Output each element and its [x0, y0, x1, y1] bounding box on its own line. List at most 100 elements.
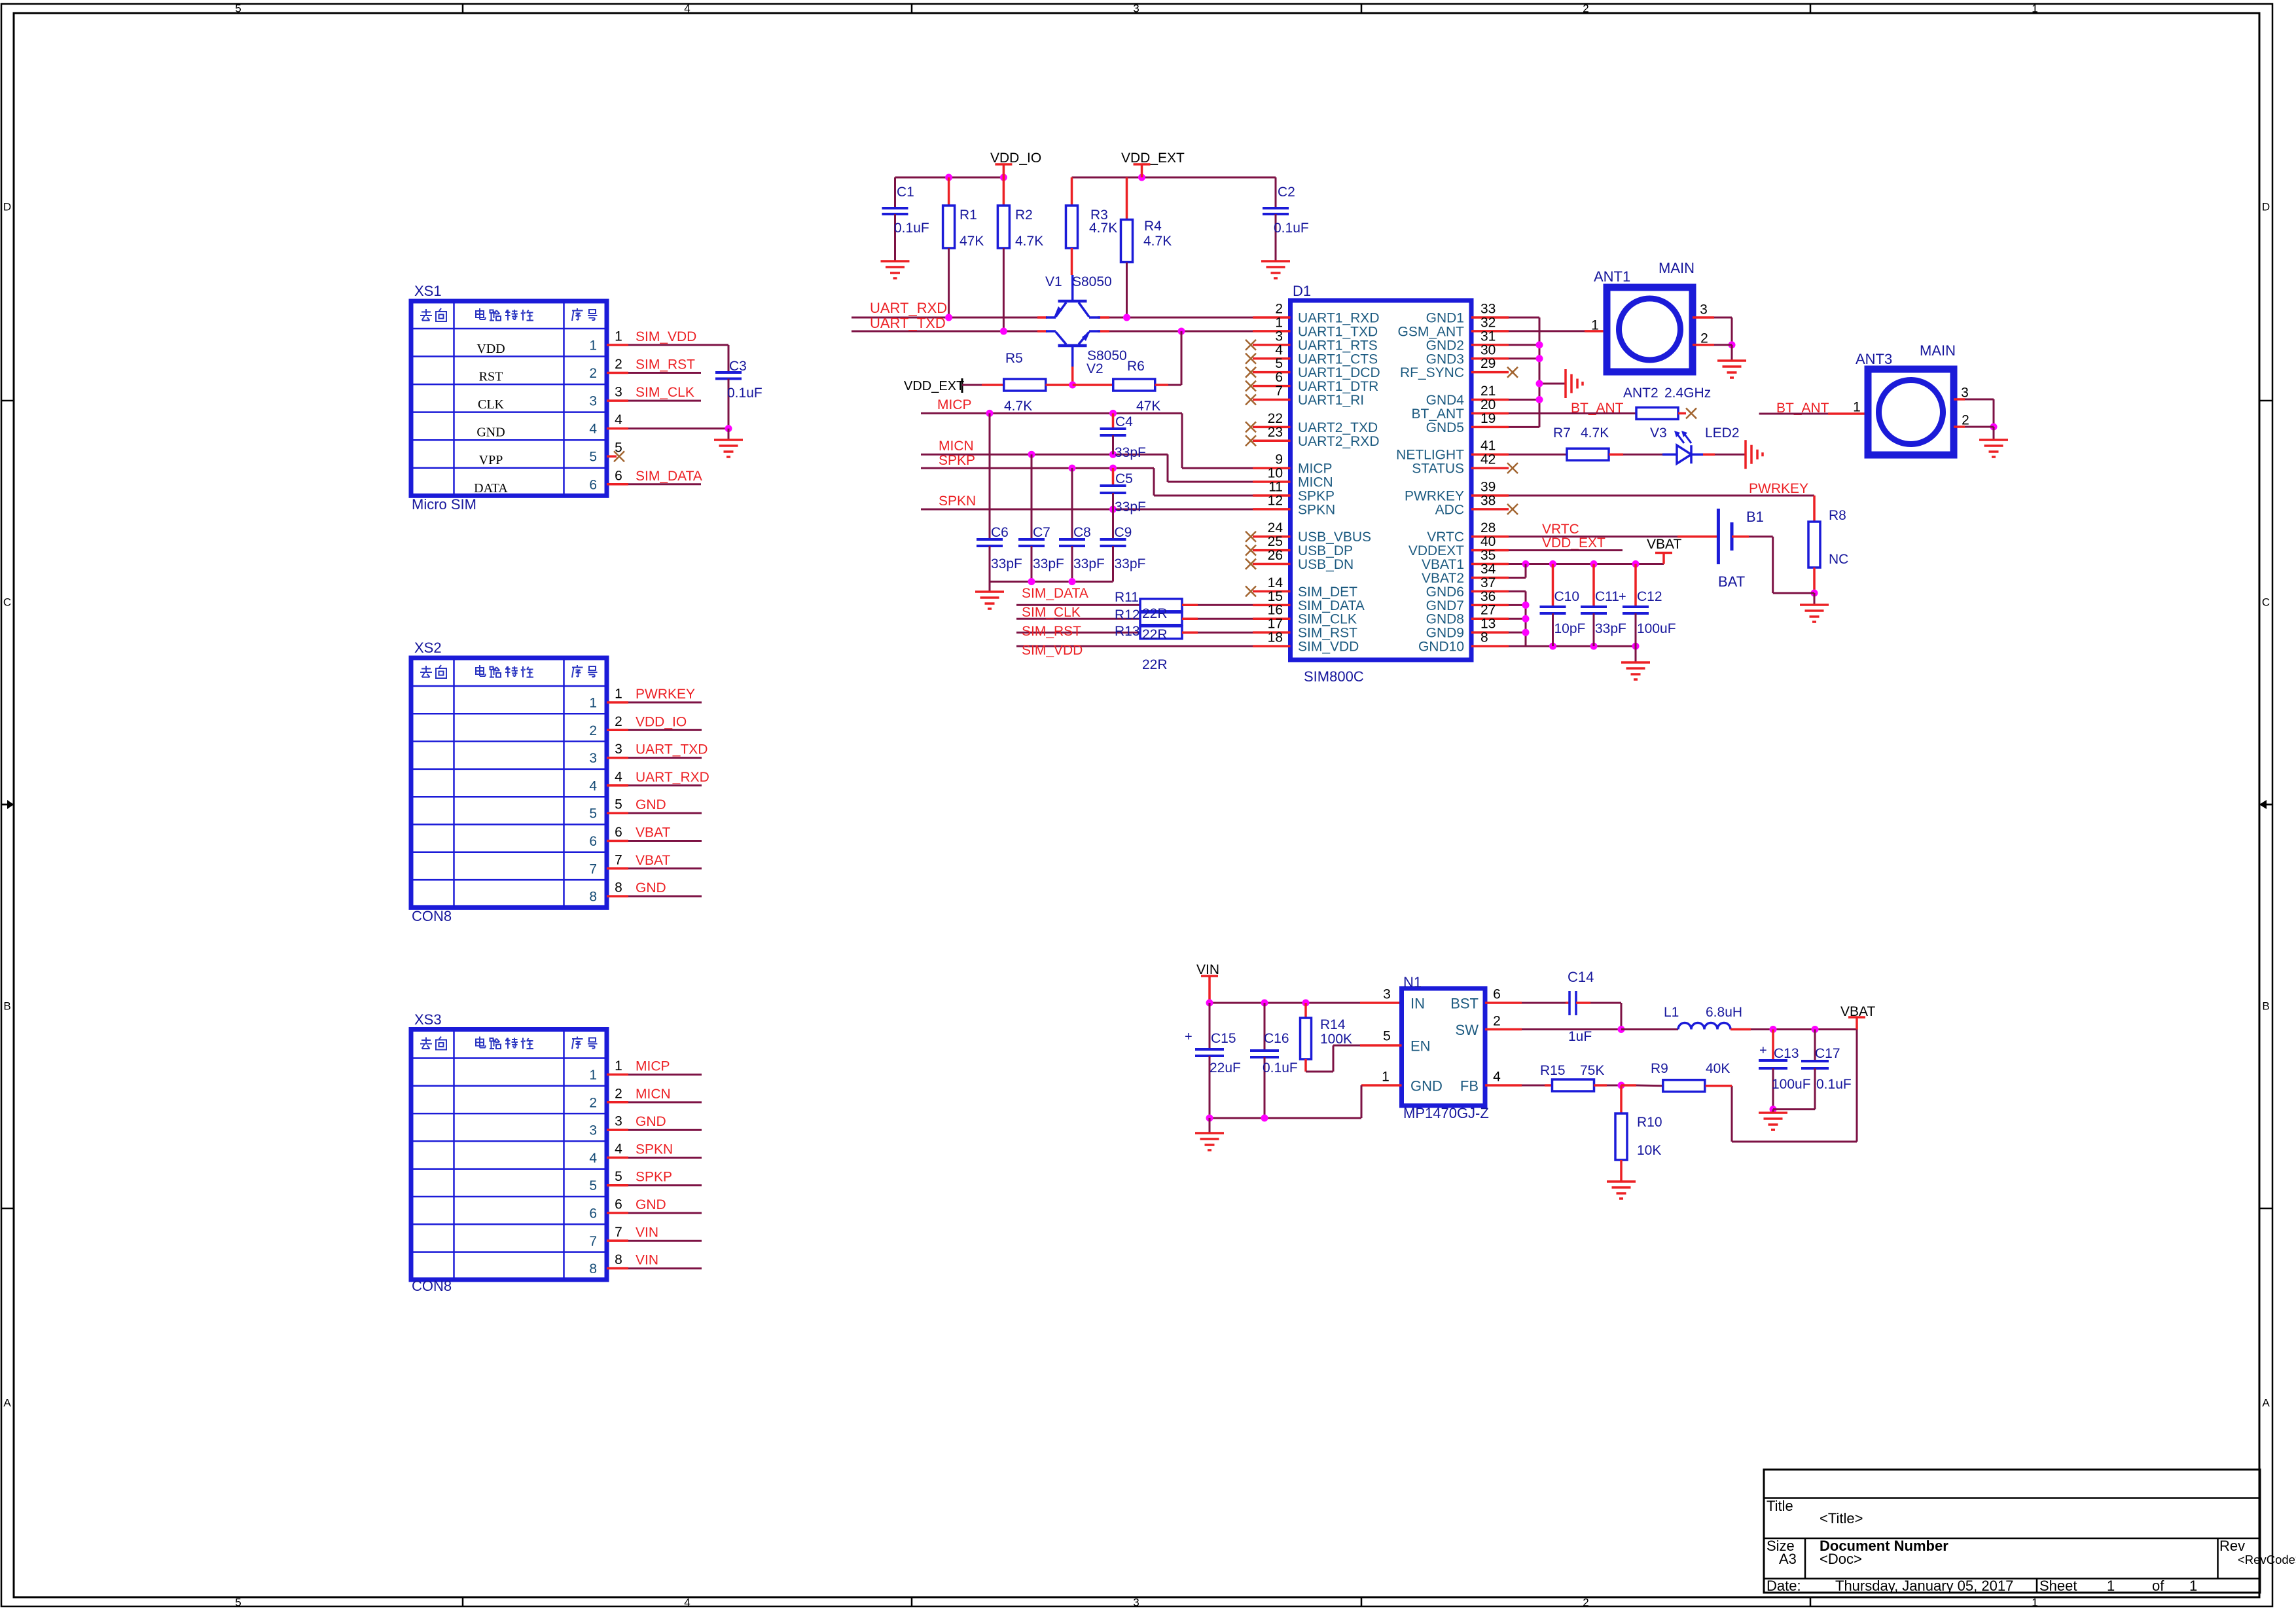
- svg-text:12: 12: [1268, 493, 1283, 508]
- svg-text:100uF: 100uF: [1637, 621, 1676, 636]
- svg-text:17: 17: [1268, 617, 1283, 632]
- svg-text:1: 1: [1853, 400, 1861, 415]
- svg-text:2: 2: [615, 1086, 622, 1101]
- svg-text:BAT: BAT: [1718, 573, 1745, 590]
- svg-text:33pF: 33pF: [1595, 621, 1626, 636]
- svg-text:V1: V1: [1045, 274, 1062, 289]
- svg-text:GND: GND: [1410, 1078, 1443, 1094]
- svg-text:SIM_VDD: SIM_VDD: [1298, 640, 1359, 655]
- svg-text:5: 5: [235, 1597, 241, 1609]
- svg-text:SPKP: SPKP: [636, 1170, 672, 1185]
- svg-text:GND7: GND7: [1426, 598, 1464, 613]
- svg-text:D1: D1: [1293, 283, 1311, 299]
- svg-text:L1: L1: [1664, 1005, 1679, 1020]
- svg-text:10K: 10K: [1637, 1143, 1661, 1158]
- svg-text:B: B: [2262, 1000, 2269, 1013]
- svg-text:SIM800C: SIM800C: [1304, 668, 1364, 685]
- svg-text:16: 16: [1268, 603, 1283, 618]
- svg-text:3: 3: [1383, 987, 1391, 1002]
- svg-text:22uF: 22uF: [1210, 1060, 1241, 1076]
- svg-text:2: 2: [1583, 3, 1588, 15]
- svg-text:C6: C6: [991, 525, 1009, 540]
- svg-text:VDD_EXT: VDD_EXT: [1542, 535, 1605, 551]
- svg-text:20: 20: [1480, 397, 1496, 412]
- svg-text:33pF: 33pF: [991, 556, 1022, 571]
- svg-text:<Doc>: <Doc>: [1820, 1551, 1862, 1567]
- svg-text:31: 31: [1480, 329, 1496, 344]
- svg-text:22R: 22R: [1142, 606, 1168, 621]
- svg-text:35: 35: [1480, 548, 1496, 563]
- svg-text:GND6: GND6: [1426, 585, 1464, 600]
- svg-text:VRTC: VRTC: [1427, 530, 1464, 545]
- svg-text:41: 41: [1480, 439, 1496, 454]
- svg-text:2: 2: [589, 366, 597, 381]
- svg-text:SIM_CLK: SIM_CLK: [636, 385, 694, 400]
- svg-text:PWRKEY: PWRKEY: [636, 687, 695, 702]
- svg-text:8: 8: [615, 880, 622, 895]
- svg-text:R6: R6: [1127, 359, 1145, 374]
- svg-text:GND9: GND9: [1426, 626, 1464, 641]
- svg-text:26: 26: [1268, 548, 1283, 563]
- svg-text:2: 2: [1493, 1014, 1501, 1029]
- svg-text:SIM_RST: SIM_RST: [1022, 624, 1081, 639]
- svg-text:3: 3: [589, 1123, 597, 1138]
- svg-text:6: 6: [589, 1206, 597, 1221]
- svg-text:0.1uF: 0.1uF: [1263, 1060, 1298, 1076]
- svg-text:VBAT2: VBAT2: [1422, 571, 1464, 586]
- svg-text:40: 40: [1480, 534, 1496, 549]
- svg-text:22: 22: [1268, 411, 1283, 426]
- svg-text:VDD_EXT: VDD_EXT: [904, 379, 964, 393]
- svg-text:MAIN: MAIN: [1920, 342, 1956, 359]
- svg-text:C11: C11: [1595, 589, 1619, 604]
- svg-text:R14: R14: [1320, 1017, 1346, 1032]
- svg-text:3: 3: [1133, 3, 1139, 15]
- svg-text:3: 3: [589, 751, 597, 766]
- svg-text:4: 4: [684, 1597, 690, 1609]
- svg-text:1: 1: [1382, 1070, 1390, 1085]
- svg-text:42: 42: [1480, 452, 1496, 467]
- svg-text:+: +: [1759, 1043, 1767, 1058]
- svg-text:1: 1: [1591, 318, 1599, 333]
- svg-text:C1: C1: [897, 185, 914, 200]
- svg-text:10: 10: [1268, 466, 1283, 481]
- svg-text:UART2_TXD: UART2_TXD: [1298, 420, 1378, 435]
- svg-text:33pF: 33pF: [1033, 556, 1064, 571]
- svg-text:R11: R11: [1115, 590, 1139, 605]
- svg-text:Sheet: Sheet: [2039, 1578, 2077, 1594]
- svg-text:UART1_RTS: UART1_RTS: [1298, 338, 1378, 353]
- svg-text:USB_VBUS: USB_VBUS: [1298, 530, 1371, 545]
- svg-text:3: 3: [615, 742, 622, 757]
- svg-text:2: 2: [1275, 302, 1283, 317]
- svg-text:R2: R2: [1015, 208, 1033, 223]
- svg-text:4: 4: [589, 778, 597, 793]
- svg-text:3: 3: [615, 385, 622, 400]
- svg-text:5: 5: [1275, 356, 1283, 371]
- svg-text:1: 1: [589, 1068, 597, 1083]
- svg-text:STATUS: STATUS: [1412, 461, 1464, 477]
- svg-text:6: 6: [615, 1197, 622, 1212]
- svg-text:33pF: 33pF: [1115, 499, 1146, 515]
- svg-text:V2: V2: [1086, 361, 1103, 376]
- svg-text:VRTC: VRTC: [1542, 522, 1579, 537]
- svg-text:ANT3: ANT3: [1856, 351, 1892, 367]
- svg-text:N1: N1: [1403, 974, 1422, 990]
- svg-text:5: 5: [589, 450, 597, 465]
- svg-text:3: 3: [589, 394, 597, 409]
- svg-text:5: 5: [615, 1169, 622, 1184]
- svg-text:of: of: [2152, 1578, 2164, 1594]
- svg-text:8: 8: [615, 1252, 622, 1267]
- svg-text:UART_RXD: UART_RXD: [870, 300, 947, 316]
- svg-text:100K: 100K: [1320, 1032, 1352, 1047]
- svg-text:<Title>: <Title>: [1820, 1510, 1863, 1527]
- svg-text:6: 6: [589, 477, 597, 492]
- svg-text:24: 24: [1268, 520, 1283, 535]
- svg-text:R13: R13: [1115, 624, 1140, 639]
- svg-text:0.1uF: 0.1uF: [727, 386, 762, 401]
- svg-text:4: 4: [1275, 342, 1283, 357]
- svg-text:GND5: GND5: [1426, 420, 1464, 435]
- svg-text:SIM_RST: SIM_RST: [1298, 626, 1357, 641]
- svg-text:25: 25: [1268, 534, 1283, 549]
- svg-text:30: 30: [1480, 342, 1496, 357]
- svg-text:XS1: XS1: [414, 283, 442, 299]
- svg-text:22R: 22R: [1142, 627, 1168, 642]
